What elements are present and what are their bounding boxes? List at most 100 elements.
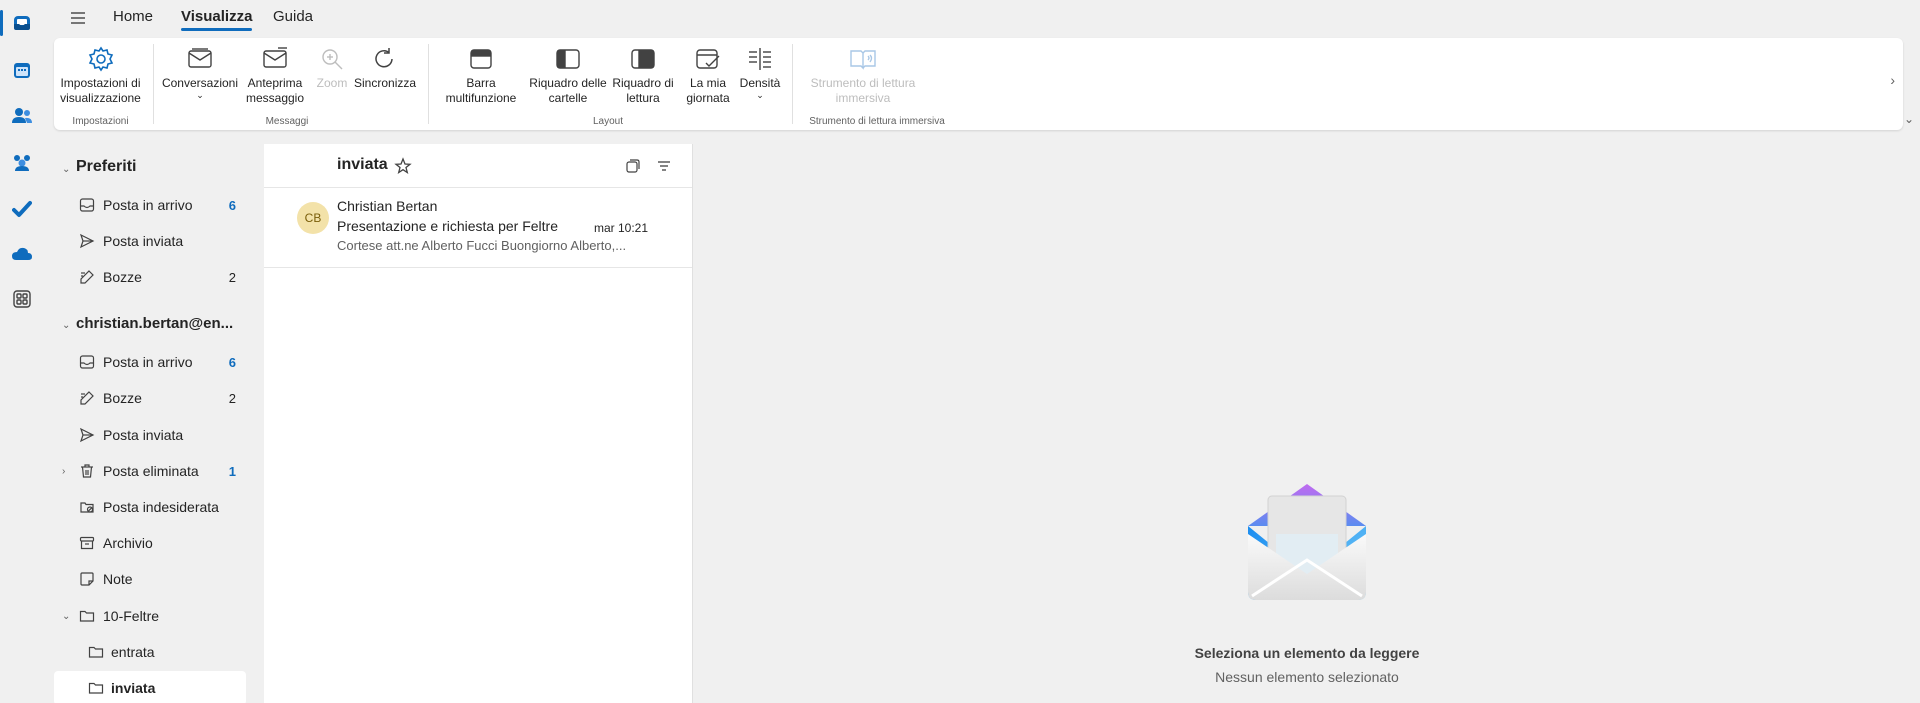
message-list-title: inviata [337, 156, 388, 173]
unread-count: 6 [228, 354, 236, 370]
reading-pane-icon [608, 42, 678, 76]
inbox-icon [78, 353, 96, 371]
folder-sent[interactable]: Posta inviata [54, 418, 246, 452]
ribbon-divider [428, 44, 429, 124]
open-envelope-icon [1232, 464, 1382, 614]
chevron-down-icon: ⌄ [196, 90, 204, 100]
my-day-button[interactable]: La mia giornata [678, 42, 738, 106]
group-label-settings: Impostazioni [72, 116, 129, 127]
unread-count: 1 [228, 463, 236, 479]
folder-label: Posta in arrivo [103, 354, 193, 370]
folder-10-feltre[interactable]: ⌄ 10-Feltre [54, 599, 246, 633]
folder-pane-button[interactable]: Riquadro delle cartelle [528, 42, 608, 106]
folder-label: inviata [111, 680, 156, 696]
collapse-chevron-icon[interactable]: ⌄ [62, 164, 70, 175]
folder-favorite-drafts[interactable]: Bozze 2 [54, 260, 246, 294]
folder-icon [78, 607, 96, 625]
tab-help[interactable]: Guida [273, 8, 313, 25]
archive-icon [78, 534, 96, 552]
message-subject: Presentazione e richiesta per Feltre [337, 218, 558, 234]
message-preview-label: Anteprima messaggio [245, 76, 305, 105]
zoom-in-icon [312, 42, 352, 76]
mail-app-icon[interactable] [11, 12, 33, 34]
trash-icon [78, 462, 96, 480]
folder-deleted[interactable]: › Posta eliminata 1 [54, 454, 246, 488]
density-icon [738, 42, 782, 76]
folder-label: Posta indesiderata [103, 499, 219, 515]
ribbon-bar-button[interactable]: Barra multifunzione [434, 42, 528, 106]
junk-icon [78, 498, 96, 516]
folder-label: Posta inviata [103, 233, 184, 249]
collapse-ribbon-icon[interactable]: ⌄ [1904, 112, 1914, 126]
zoom-button: Zoom [312, 42, 352, 91]
reading-pane-button[interactable]: Riquadro di lettura [608, 42, 678, 106]
item-count: 2 [228, 269, 236, 285]
sync-label: Sincronizza [354, 76, 417, 90]
view-settings-label: Impostazioni di visualizzazione [60, 76, 141, 105]
app-rail [0, 0, 44, 703]
mail-icon [160, 42, 240, 76]
group-label-layout: Layout [592, 116, 624, 127]
density-button[interactable]: Densità ⌄ [738, 42, 782, 100]
filter-icon[interactable] [656, 158, 672, 174]
note-icon [78, 570, 96, 588]
density-label: Densità [739, 76, 781, 90]
tab-view[interactable]: Visualizza [181, 8, 253, 31]
folder-entrata[interactable]: entrata [54, 635, 246, 669]
sync-icon [354, 42, 414, 76]
chevron-down-icon: ⌄ [756, 90, 764, 100]
calendar-app-icon[interactable] [11, 59, 33, 81]
todo-app-icon[interactable] [11, 198, 33, 220]
chevron-down-icon[interactable]: ⌄ [62, 611, 70, 622]
folder-junk[interactable]: Posta indesiderata [54, 490, 246, 524]
folder-inbox[interactable]: Posta in arrivo 6 [54, 345, 246, 379]
draft-icon [78, 268, 96, 286]
folder-notes[interactable]: Note [54, 562, 246, 596]
folder-label: Posta in arrivo [103, 197, 193, 213]
message-item[interactable]: CB Christian Bertan Presentazione e rich… [264, 188, 692, 268]
star-icon[interactable] [394, 157, 412, 175]
send-icon [78, 426, 96, 444]
message-preview-button[interactable]: Anteprima messaggio [240, 42, 310, 106]
folder-label: Bozze [103, 269, 142, 285]
group-label-immersive: Strumento di lettura immersiva [809, 116, 945, 127]
chevron-right-icon[interactable]: › [1890, 72, 1895, 88]
message-list: inviata CB Christian Bertan Presentazion… [264, 144, 693, 703]
select-icon[interactable] [625, 158, 641, 174]
mail-preview-icon [240, 42, 310, 76]
account-header[interactable]: christian.bertan@en... [76, 315, 233, 332]
view-settings-button[interactable]: Impostazioni di visualizzazione [58, 42, 143, 106]
inbox-icon [78, 196, 96, 214]
conversations-button[interactable]: Conversazioni ⌄ [160, 42, 240, 100]
collapse-chevron-icon[interactable]: ⌄ [62, 320, 70, 331]
ribbon-bar-label: Barra multifunzione [445, 76, 517, 105]
chevron-right-icon[interactable]: › [62, 466, 65, 477]
onedrive-app-icon[interactable] [11, 243, 33, 265]
folder-favorite-inbox[interactable]: Posta in arrivo 6 [54, 188, 246, 222]
more-apps-icon[interactable] [11, 288, 33, 310]
folder-favorite-sent[interactable]: Posta inviata [54, 224, 246, 258]
send-icon [78, 232, 96, 250]
folder-inviata[interactable]: inviata [54, 671, 246, 703]
gear-icon [58, 42, 143, 76]
favorites-header[interactable]: Preferiti [76, 158, 136, 176]
avatar: CB [297, 202, 329, 234]
sync-button[interactable]: Sincronizza [354, 42, 417, 91]
hamburger-menu-icon[interactable] [68, 8, 88, 28]
folder-label: Bozze [103, 390, 142, 406]
people-app-icon[interactable] [11, 105, 33, 127]
immersive-reader-button: Strumento di lettura immersiva [806, 42, 920, 106]
ribbon-divider [792, 44, 793, 124]
folder-pane-icon [528, 42, 608, 76]
folder-icon [87, 643, 105, 661]
my-day-label: La mia giornata [686, 76, 730, 105]
reading-pane-label: Riquadro di lettura [612, 76, 674, 105]
groups-app-icon[interactable] [11, 151, 33, 173]
message-date: mar 10:21 [593, 221, 648, 235]
folder-drafts[interactable]: Bozze 2 [54, 381, 246, 415]
folder-archive[interactable]: Archivio [54, 526, 246, 560]
tab-home[interactable]: Home [113, 8, 153, 25]
item-count: 2 [228, 390, 236, 406]
empty-state-title: Seleziona un elemento da leggere [1194, 645, 1420, 661]
folder-label: entrata [111, 644, 155, 660]
